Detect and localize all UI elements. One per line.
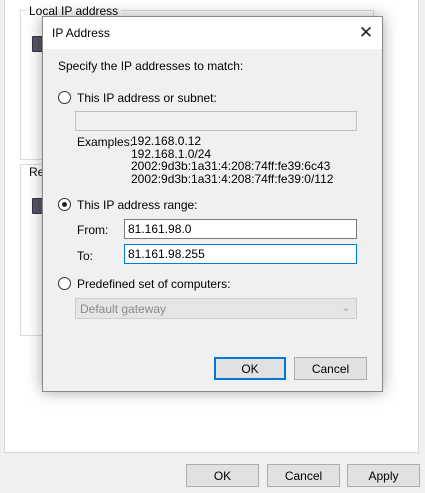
radio-selected-icon <box>58 198 71 211</box>
from-label: From: <box>77 223 109 237</box>
instruction-text: Specify the IP addresses to match: <box>58 59 244 73</box>
predefined-radio[interactable] <box>58 277 71 290</box>
range-radio-label[interactable]: This IP address range: <box>77 198 198 212</box>
to-label: To: <box>77 249 94 263</box>
example-item: 2002:9d3b:1a31:4:208:74ff:fe39:6c43 <box>131 159 331 173</box>
examples-list: 192.168.0.12 192.168.1.0/24 2002:9d3b:1a… <box>131 135 333 185</box>
predefined-radio-label[interactable]: Predefined set of computers: <box>77 277 230 291</box>
subnet-radio-label[interactable]: This IP address or subnet: <box>77 91 217 105</box>
radio-icon <box>58 91 71 104</box>
predefined-select-value: Default gateway <box>80 302 167 316</box>
dialog-cancel-button[interactable]: Cancel <box>294 357 367 380</box>
predefined-select[interactable]: Default gateway ⌄ <box>75 298 357 319</box>
example-item: 2002:9d3b:1a31:4:208:74ff:fe39:0/112 <box>131 171 334 186</box>
ok-button[interactable]: OK <box>186 464 259 487</box>
dialog-ok-button[interactable]: OK <box>214 357 286 380</box>
examples-label: Examples: <box>77 135 134 149</box>
dialog-title: IP Address <box>52 26 110 40</box>
example-item: 192.168.0.12 <box>131 134 202 148</box>
from-input[interactable]: 81.161.98.0 <box>124 219 357 239</box>
range-radio[interactable] <box>58 198 71 211</box>
subnet-input[interactable] <box>75 111 357 131</box>
ip-address-dialog: IP Address ✕ Specify the IP addresses to… <box>42 16 383 392</box>
cancel-button[interactable]: Cancel <box>267 464 340 487</box>
close-icon[interactable]: ✕ <box>350 19 382 47</box>
to-input[interactable]: 81.161.98.255 <box>124 244 357 264</box>
radio-icon <box>58 277 71 290</box>
subnet-radio[interactable] <box>58 91 71 104</box>
apply-button[interactable]: Apply <box>347 464 420 487</box>
chevron-down-icon: ⌄ <box>341 303 350 314</box>
